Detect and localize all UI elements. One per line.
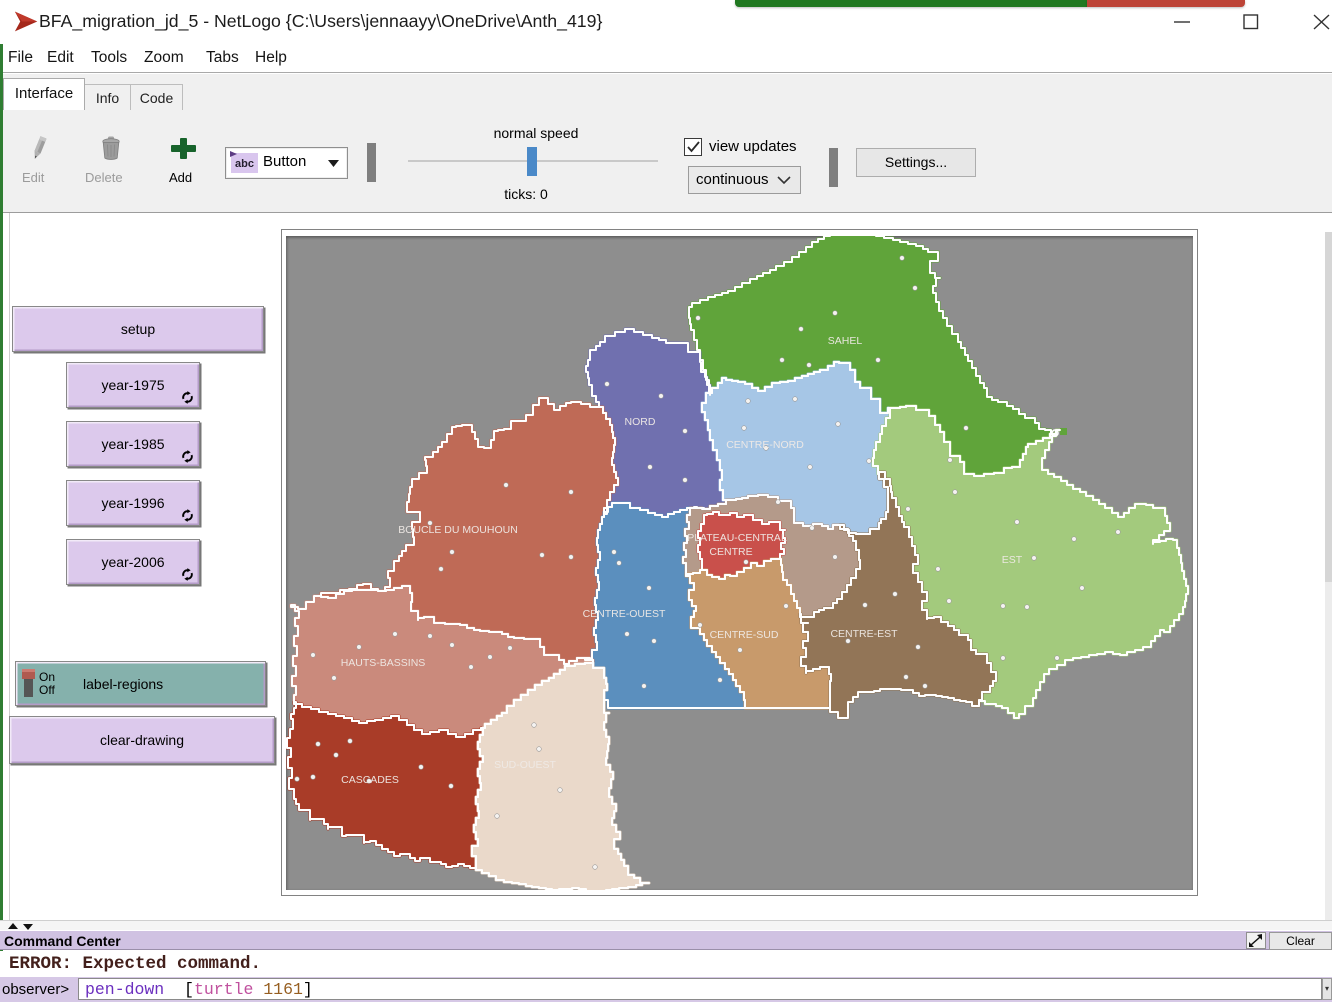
svg-text:SAHEL: SAHEL: [828, 335, 863, 347]
svg-text:CENTRE: CENTRE: [709, 546, 752, 558]
svg-text:CASCADES: CASCADES: [341, 774, 399, 786]
svg-text:PLATEAU-CENTRAL: PLATEAU-CENTRAL: [687, 532, 787, 544]
svg-text:CENTRE-SUD: CENTRE-SUD: [710, 629, 779, 641]
svg-text:CENTRE-NORD: CENTRE-NORD: [726, 439, 804, 451]
svg-text:HAUTS-BASSINS: HAUTS-BASSINS: [341, 657, 426, 669]
svg-text:EST: EST: [1002, 554, 1023, 566]
svg-text:BOUCLE DU MOUHOUN: BOUCLE DU MOUHOUN: [398, 524, 518, 536]
svg-text:NORD: NORD: [625, 416, 656, 428]
svg-text:SUD-OUEST: SUD-OUEST: [494, 759, 556, 771]
svg-text:CENTRE-EST: CENTRE-EST: [830, 628, 898, 640]
svg-text:CENTRE-OUEST: CENTRE-OUEST: [583, 608, 666, 620]
